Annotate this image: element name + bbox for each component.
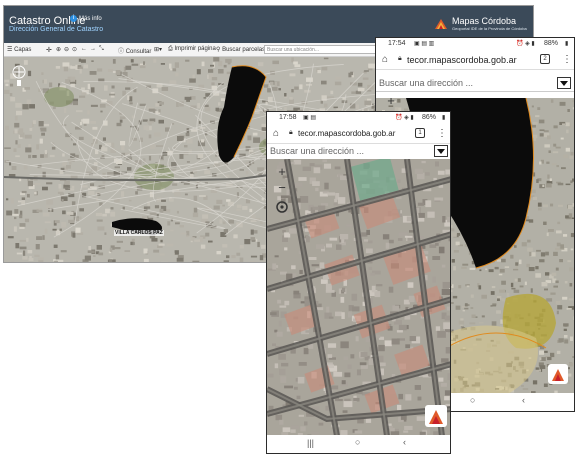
pan-tool-icon[interactable]: ✛ xyxy=(46,46,52,54)
status-bar: 17:54 ▣ ▤ ▥ ⏰ ◈ ▮ 88% ▮ xyxy=(376,38,574,50)
fullscreen-tool-icon[interactable]: ⤡ xyxy=(99,46,104,53)
url-text[interactable]: tecor.mapascordoba.gob.ar xyxy=(407,55,517,65)
android-nav-bar: ||| ○ ‹ xyxy=(267,435,450,453)
print-button[interactable]: ⎙ Imprimir página xyxy=(168,46,216,53)
zoom-in-button[interactable]: + xyxy=(384,98,398,108)
notification-icons: ▣ ▤ xyxy=(303,115,317,121)
dropdown-arrow-icon[interactable] xyxy=(434,145,448,157)
back-nav-icon[interactable]: ‹ xyxy=(522,395,525,405)
status-time: 17:54 xyxy=(388,40,406,47)
logo-subtitle: Geoportal IDE de la Provincia de Córdoba xyxy=(452,25,527,31)
menu-dots-icon[interactable]: ⋮ xyxy=(562,54,572,65)
search-parcels-button[interactable]: ⚲ Buscar parcelas xyxy=(216,46,265,53)
address-search-input[interactable]: Buscar una dirección ... xyxy=(270,146,364,156)
layers-icon: ☰ xyxy=(7,47,13,53)
menu-dots-icon[interactable]: ⋮ xyxy=(437,128,447,139)
location-search-input[interactable]: Buscar una ubicación... xyxy=(264,45,380,54)
address-search-bar: Buscar una dirección ... xyxy=(376,76,574,92)
logo-title: Mapas Córdoba xyxy=(452,15,517,26)
more-info-label: Más info xyxy=(79,15,102,22)
mapas-cordoba-logo-icon xyxy=(425,405,447,427)
zoom-out-tool-icon[interactable]: ⊖ xyxy=(64,46,69,53)
layers-button[interactable]: ☰ Capas xyxy=(7,46,31,53)
battery-level: 86% xyxy=(422,114,437,121)
zoom-extent-tool-icon[interactable]: ⊙ xyxy=(72,46,77,53)
consult-label: Consultar xyxy=(125,49,152,55)
home-nav-icon[interactable]: ○ xyxy=(470,395,475,405)
status-time: 17:58 xyxy=(279,114,297,121)
printer-icon: ⎙ xyxy=(168,46,173,52)
url-text[interactable]: tecor.mapascordoba.gob.ar xyxy=(298,129,395,138)
locate-me-icon[interactable] xyxy=(274,199,290,215)
battery-level: 88% xyxy=(544,40,559,47)
tab-count-button[interactable]: 1 xyxy=(415,128,425,138)
info-icon: ⓘ xyxy=(118,49,125,55)
search-parcels-label: Buscar parcelas xyxy=(222,47,266,53)
logo-mark-icon xyxy=(434,15,448,31)
zoom-in-tool-icon[interactable]: ⊕ xyxy=(56,46,61,53)
back-tool-icon[interactable]: ← xyxy=(81,46,87,52)
measure-tool-icon[interactable]: ⊞▾ xyxy=(154,46,162,53)
notification-icons: ▣ ▤ ▥ xyxy=(414,41,435,47)
satellite-imagery xyxy=(267,159,450,436)
lock-icon: 🔒︎ xyxy=(398,55,402,62)
binoculars-icon: ⚲ xyxy=(216,47,221,53)
info-icon: i xyxy=(70,15,77,22)
recents-icon[interactable]: ||| xyxy=(307,438,314,448)
forward-tool-icon[interactable]: → xyxy=(90,46,96,52)
consult-button[interactable]: ⓘ Consultar xyxy=(118,46,151,55)
composite-screenshot: Catastro Online i Más info Dirección Gen… xyxy=(0,0,581,458)
signal-icons: ⏰ ◈ ▮ xyxy=(395,115,414,121)
back-nav-icon[interactable]: ‹ xyxy=(403,437,406,447)
dropdown-arrow-icon[interactable] xyxy=(557,77,571,89)
more-info-link[interactable]: i Más info xyxy=(70,15,102,22)
home-icon[interactable]: ⌂ xyxy=(273,128,279,139)
zoom-out-button[interactable]: − xyxy=(275,181,289,195)
browser-url-bar: ⌂ 🔒︎ tecor.mapascordoba.gob.ar 2 ⋮ xyxy=(376,50,574,70)
app-subtitle: Dirección General de Catastro xyxy=(9,26,104,33)
layers-label: Capas xyxy=(14,47,32,53)
phone-front-map[interactable]: + − xyxy=(267,159,450,436)
home-nav-icon[interactable]: ○ xyxy=(355,437,360,447)
battery-icon: ▮ xyxy=(565,41,569,47)
zoom-in-button[interactable]: + xyxy=(275,165,289,179)
print-label: Imprimir página xyxy=(174,46,216,52)
mapas-cordoba-logo: Mapas Córdoba Geoportal IDE de la Provin… xyxy=(434,15,527,31)
browser-url-bar: ⌂ 🔒︎ tecor.mapascordoba.gob.ar 1 ⋮ xyxy=(267,124,450,144)
address-search-bar: Buscar una dirección ... xyxy=(267,144,450,160)
battery-icon: ▮ xyxy=(442,115,446,121)
status-bar: 17:58 ▣ ▤ ⏰ ◈ ▮ 86% ▮ xyxy=(267,112,450,124)
address-search-input[interactable]: Buscar una dirección ... xyxy=(379,78,473,88)
home-icon[interactable]: ⌂ xyxy=(382,54,388,65)
lock-icon: 🔒︎ xyxy=(289,129,293,136)
tab-count-button[interactable]: 2 xyxy=(540,54,550,64)
signal-icons: ⏰ ◈ ▮ xyxy=(516,41,535,47)
map-place-label: VILLA CARLOS PAZ xyxy=(114,230,164,236)
mapas-cordoba-logo-icon xyxy=(548,364,568,384)
phone-screenshot-front: 17:58 ▣ ▤ ⏰ ◈ ▮ 86% ▮ ⌂ 🔒︎ tecor.mapasco… xyxy=(266,111,451,454)
